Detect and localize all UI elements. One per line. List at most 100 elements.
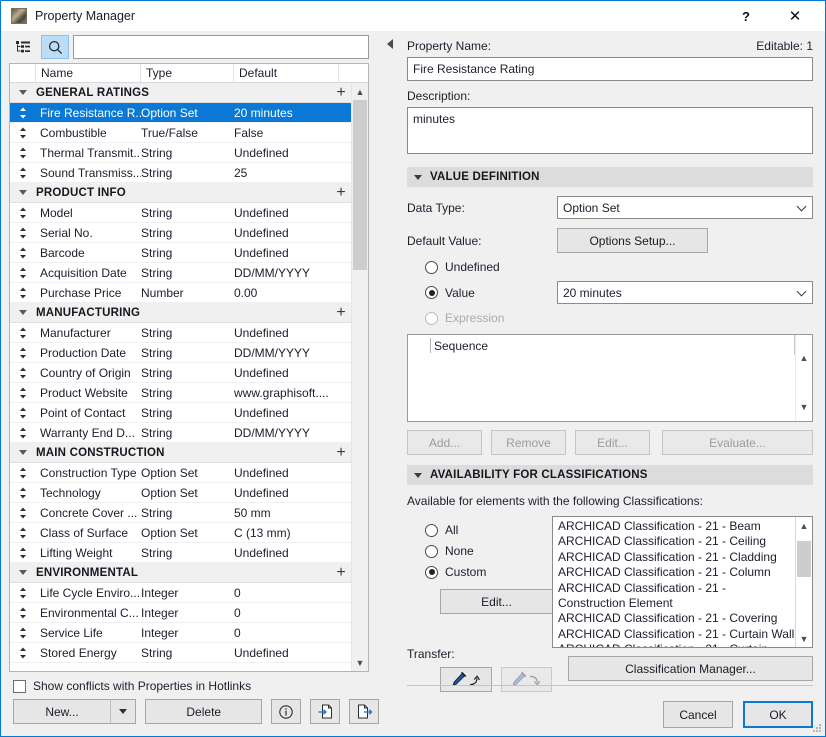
- drag-handle-icon[interactable]: [10, 127, 36, 139]
- drag-handle-icon[interactable]: [10, 207, 36, 219]
- collapse-left-pane-icon[interactable]: [387, 39, 393, 49]
- new-button[interactable]: New...: [13, 699, 110, 724]
- table-row[interactable]: Combustible True/False False: [10, 123, 354, 143]
- drag-handle-icon[interactable]: [10, 167, 36, 179]
- table-row[interactable]: Technology Option Set Undefined: [10, 483, 354, 503]
- close-button[interactable]: ✕: [773, 1, 817, 31]
- drag-handle-icon[interactable]: [10, 467, 36, 479]
- eyedropper-inject-icon[interactable]: [500, 667, 552, 692]
- radio-value[interactable]: [425, 286, 438, 299]
- drag-handle-icon[interactable]: [10, 107, 36, 119]
- table-row[interactable]: Product Website String www.graphisoft....: [10, 383, 354, 403]
- drag-handle-icon[interactable]: [10, 587, 36, 599]
- list-item[interactable]: ARCHICAD Classification - 21 - Cladding: [558, 550, 795, 565]
- table-row[interactable]: Service Life Integer 0: [10, 623, 354, 643]
- table-row[interactable]: Lifting Weight String Undefined: [10, 543, 354, 563]
- list-item[interactable]: ARCHICAD Classification - 21 - Covering: [558, 611, 795, 626]
- table-row[interactable]: Serial No. String Undefined: [10, 223, 354, 243]
- drag-handle-icon[interactable]: [10, 387, 36, 399]
- drag-handle-icon[interactable]: [10, 247, 36, 259]
- drag-handle-icon[interactable]: [10, 427, 36, 439]
- classification-manager-button[interactable]: Classification Manager...: [568, 656, 813, 681]
- tree-group-row[interactable]: MAIN CONSTRUCTION +: [10, 443, 354, 463]
- tree-group-row[interactable]: ENVIRONMENTAL +: [10, 563, 354, 583]
- table-row[interactable]: Model String Undefined: [10, 203, 354, 223]
- drag-handle-icon[interactable]: [10, 287, 36, 299]
- options-setup-button[interactable]: Options Setup...: [557, 228, 708, 253]
- sequence-add-button[interactable]: Add...: [407, 430, 482, 455]
- table-row[interactable]: Life Cycle Enviro... Integer 0: [10, 583, 354, 603]
- help-button[interactable]: ?: [724, 1, 768, 31]
- drag-handle-icon[interactable]: [10, 367, 36, 379]
- list-item[interactable]: ARCHICAD Classification - 21 - Construct…: [558, 581, 795, 612]
- column-header-name[interactable]: Name: [36, 64, 141, 82]
- sequence-scrollbar[interactable]: ▲ ▼: [795, 335, 812, 421]
- tree-group-row[interactable]: GENERAL RATINGS +: [10, 83, 354, 103]
- sequence-list[interactable]: Sequence ▲ ▼: [407, 334, 813, 422]
- list-item[interactable]: ARCHICAD Classification - 21 - Ceiling: [558, 534, 795, 549]
- table-row[interactable]: Environmental C... Integer 0: [10, 603, 354, 623]
- drag-handle-icon[interactable]: [10, 347, 36, 359]
- table-row[interactable]: Manufacturer String Undefined: [10, 323, 354, 343]
- chevron-down-icon[interactable]: [10, 450, 36, 455]
- table-row[interactable]: Point of Contact String Undefined: [10, 403, 354, 423]
- chevron-down-icon[interactable]: [110, 699, 136, 724]
- drag-handle-icon[interactable]: [10, 527, 36, 539]
- show-conflicts-checkbox[interactable]: [13, 679, 26, 693]
- default-value-combo[interactable]: 20 minutes: [557, 281, 813, 304]
- list-item[interactable]: ARCHICAD Classification - 21 - Column: [558, 565, 795, 580]
- table-row[interactable]: Concrete Cover ... String 50 mm: [10, 503, 354, 523]
- drag-handle-icon[interactable]: [10, 607, 36, 619]
- export-file-icon[interactable]: [349, 699, 379, 724]
- scroll-down-icon[interactable]: ▼: [352, 654, 368, 671]
- classifications-scrollbar-thumb[interactable]: [797, 541, 811, 577]
- column-header-default[interactable]: Default: [234, 64, 339, 82]
- drag-handle-icon[interactable]: [10, 227, 36, 239]
- table-row[interactable]: Sound Transmiss... String 25: [10, 163, 354, 183]
- scroll-up-icon[interactable]: ▲: [352, 83, 368, 100]
- table-row[interactable]: Country of Origin String Undefined: [10, 363, 354, 383]
- radio-all[interactable]: [425, 523, 438, 537]
- drag-handle-icon[interactable]: [10, 267, 36, 279]
- sequence-remove-button[interactable]: Remove: [491, 430, 566, 455]
- cancel-button[interactable]: Cancel: [663, 701, 733, 728]
- info-icon[interactable]: [271, 699, 302, 724]
- description-textarea[interactable]: [407, 107, 813, 154]
- tree-scrollbar-thumb[interactable]: [353, 100, 367, 270]
- value-definition-section-header[interactable]: VALUE DEFINITION: [407, 167, 813, 187]
- tree-scrollbar[interactable]: ▲ ▼: [351, 83, 368, 671]
- sequence-edit-button[interactable]: Edit...: [575, 430, 650, 455]
- scroll-down-icon[interactable]: ▼: [796, 630, 812, 647]
- chevron-down-icon[interactable]: [10, 190, 36, 195]
- search-input[interactable]: [73, 35, 369, 59]
- table-row[interactable]: Construction Type Option Set Undefined: [10, 463, 354, 483]
- chevron-down-icon[interactable]: [10, 310, 36, 315]
- property-name-input[interactable]: [407, 57, 813, 81]
- table-row[interactable]: Class of Surface Option Set C (13 mm): [10, 523, 354, 543]
- radio-undefined[interactable]: [425, 260, 438, 274]
- drag-handle-icon[interactable]: [10, 547, 36, 559]
- table-row[interactable]: Warranty End D... String DD/MM/YYYY: [10, 423, 354, 443]
- scroll-down-icon[interactable]: ▼: [796, 398, 812, 415]
- chevron-down-icon[interactable]: [10, 570, 36, 575]
- evaluate-button[interactable]: Evaluate...: [662, 430, 813, 455]
- table-row[interactable]: Acquisition Date String DD/MM/YYYY: [10, 263, 354, 283]
- eyedropper-pickup-icon[interactable]: [440, 667, 492, 692]
- classifications-list[interactable]: ARCHICAD Classification - 21 - Beam ARCHI…: [552, 516, 813, 648]
- drag-handle-icon[interactable]: [10, 627, 36, 639]
- tree-list-icon[interactable]: [9, 35, 37, 59]
- radio-none[interactable]: [425, 544, 438, 558]
- chevron-down-icon[interactable]: [10, 90, 36, 95]
- table-row[interactable]: Barcode String Undefined: [10, 243, 354, 263]
- column-header-type[interactable]: Type: [141, 64, 234, 82]
- list-item[interactable]: ARCHICAD Classification - 21 - Curtain: [558, 642, 795, 647]
- search-icon[interactable]: [41, 35, 69, 59]
- drag-handle-icon[interactable]: [10, 647, 36, 659]
- delete-button[interactable]: Delete: [145, 699, 263, 724]
- table-row[interactable]: Fire Resistance R... Option Set 20 minutes: [10, 103, 354, 123]
- list-item[interactable]: ARCHICAD Classification - 21 - Beam: [558, 519, 795, 534]
- list-item[interactable]: ARCHICAD Classification - 21 - Curtain W…: [558, 627, 795, 642]
- scroll-up-icon[interactable]: ▲: [796, 349, 812, 366]
- scroll-up-icon[interactable]: ▲: [796, 517, 812, 534]
- drag-handle-icon[interactable]: [10, 507, 36, 519]
